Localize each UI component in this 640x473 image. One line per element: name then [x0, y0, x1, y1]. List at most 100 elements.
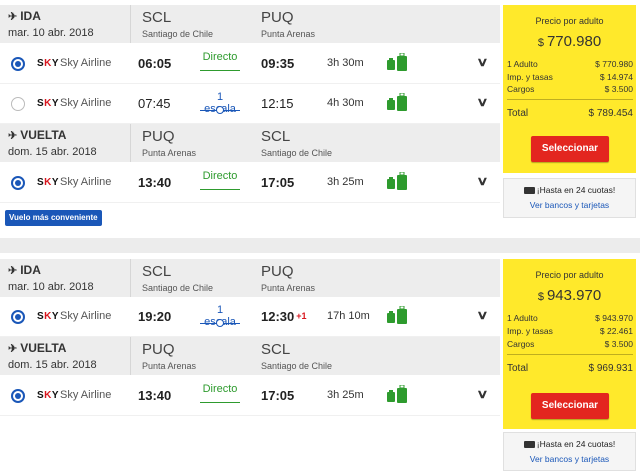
flight-radio-button[interactable] — [11, 97, 25, 111]
select-button[interactable]: Seleccionar — [531, 136, 609, 162]
chevron-down-icon[interactable]: ∨ — [476, 95, 488, 109]
origin-city: Santiago de Chile — [142, 29, 214, 39]
origin-city: Punta Arenas — [142, 148, 197, 158]
plane-icon: ✈ — [8, 343, 18, 355]
total-row: Total $ 969.931 — [507, 363, 633, 374]
departure-time: 06:05 — [138, 56, 172, 71]
price-panel: Precio por adulto $770.980 1 Adulto $ 770… — [503, 5, 636, 173]
origin-code: PUQ — [142, 128, 175, 145]
chevron-down-icon[interactable]: ∨ — [476, 55, 488, 69]
flight-option-row[interactable]: SKY Sky Airline 13:40 Directo 17:05 3h 2… — [0, 163, 500, 203]
chevron-down-icon[interactable]: ∨ — [476, 387, 488, 401]
breakdown-row: Imp. y tasas $ 14.974 — [507, 72, 633, 82]
destination-city: Punta Arenas — [261, 29, 316, 39]
flight-duration: 3h 30m — [327, 57, 364, 69]
flight-radio-button[interactable] — [11, 57, 25, 71]
best-flight-badge: Vuelo más conveniente — [5, 210, 102, 226]
price-label: Precio por adulto — [535, 16, 604, 26]
stops-indicator[interactable]: 1 escala — [200, 304, 240, 328]
luggage-icon — [387, 52, 407, 71]
airline-name: Sky Airline — [60, 176, 112, 188]
flight-duration: 4h 30m — [327, 97, 364, 109]
amount-value: 770.980 — [546, 33, 602, 50]
installments-box: ¡Hasta en 24 cuotas! Ver bancos y tarjet… — [503, 432, 636, 471]
direction-label: VUELTA — [20, 341, 67, 355]
baggage-icons — [386, 52, 410, 78]
flight-option-row[interactable]: SKY Sky Airline 07:45 1 escala 12:15 4h … — [0, 84, 500, 124]
luggage-icon — [387, 92, 407, 111]
breakdown-value: $ 22.461 — [599, 326, 633, 336]
sky-airline-logo: SKY — [37, 390, 60, 401]
segment-date: dom. 15 abr. 2018 — [8, 146, 97, 158]
origin-code: SCL — [142, 9, 172, 26]
breakdown-value: $ 3.500 — [604, 339, 633, 349]
origin-code: PUQ — [142, 341, 175, 358]
stops-label[interactable]: Directo — [203, 383, 238, 395]
breakdown-row: 1 Adulto $ 770.980 — [507, 59, 633, 69]
destination-city: Santiago de Chile — [261, 148, 333, 158]
stops-label[interactable]: Directo — [203, 51, 238, 63]
divider — [507, 354, 633, 355]
flight-option-row[interactable]: SKY Sky Airline 13:40 Directo 17:05 3h 2… — [0, 376, 500, 416]
departure-time: 13:40 — [138, 175, 172, 190]
amount-value: 943.970 — [546, 287, 602, 304]
segment-header-return: ✈ VUELTA dom. 15 abr. 2018 PUQ Punta Aren… — [0, 337, 500, 375]
breakdown-value: $ 3.500 — [604, 84, 633, 94]
airline-name: Sky Airline — [60, 57, 112, 69]
flight-result-card: ✈ IDA mar. 10 abr. 2018 SCL Santiago de C… — [0, 0, 640, 238]
flight-radio-button[interactable] — [11, 389, 25, 403]
sky-airline-logo: SKY — [37, 58, 60, 69]
chevron-down-icon[interactable]: ∨ — [476, 308, 488, 322]
segment-header-outbound: ✈ IDA mar. 10 abr. 2018 SCL Santiago de C… — [0, 5, 500, 43]
installments-text: ¡Hasta en 24 cuotas! — [504, 185, 635, 195]
stops-indicator[interactable]: 1 escala — [200, 91, 240, 115]
direction-label: IDA — [20, 263, 41, 277]
direction-label: VUELTA — [20, 128, 67, 142]
banks-cards-link[interactable]: Ver bancos y tarjetas — [504, 200, 635, 210]
stops-indicator[interactable]: Directo — [200, 51, 240, 71]
destination-code: SCL — [261, 128, 291, 145]
flight-option-row[interactable]: SKY Sky Airline 06:05 Directo 09:35 3h 3… — [0, 44, 500, 84]
banks-cards-link[interactable]: Ver bancos y tarjetas — [504, 454, 635, 464]
flight-radio-button[interactable] — [11, 310, 25, 324]
luggage-icon — [387, 171, 407, 190]
plane-icon: ✈ — [8, 130, 18, 142]
flight-option-row[interactable]: SKY Sky Airline 19:20 1 escala 12:30+1 1… — [0, 297, 500, 337]
flight-duration: 17h 10m — [327, 310, 370, 322]
breakdown-row: Imp. y tasas $ 22.461 — [507, 326, 633, 336]
divider — [507, 99, 633, 100]
arrival-time-value: 12:30 — [261, 309, 295, 324]
breakdown-row: Cargos $ 3.500 — [507, 339, 633, 349]
segment-date: mar. 10 abr. 2018 — [8, 27, 94, 39]
destination-city: Santiago de Chile — [261, 361, 333, 371]
baggage-icons — [386, 171, 410, 197]
plane-icon: ✈ — [8, 11, 18, 23]
total-label: Total — [507, 108, 529, 119]
stops-label[interactable]: Directo — [203, 170, 238, 182]
total-row: Total $ 789.454 — [507, 108, 633, 119]
price-label: Precio por adulto — [535, 270, 604, 280]
origin-city: Santiago de Chile — [142, 283, 214, 293]
destination-code: SCL — [261, 341, 291, 358]
select-button[interactable]: Seleccionar — [531, 393, 609, 419]
sky-airline-logo: SKY — [37, 311, 60, 322]
departure-time: 19:20 — [138, 309, 172, 324]
destination-code: PUQ — [261, 9, 294, 26]
plane-icon: ✈ — [8, 265, 18, 277]
baggage-icons — [386, 92, 410, 118]
airline-name: Sky Airline — [60, 97, 112, 109]
segment-direction: ✈ VUELTA — [8, 341, 66, 355]
price-amount: $943.970 — [503, 287, 636, 304]
stops-indicator[interactable]: Directo — [200, 383, 240, 403]
breakdown-value: $ 14.974 — [599, 72, 633, 82]
luggage-icon — [387, 305, 407, 324]
segment-date: dom. 15 abr. 2018 — [8, 359, 97, 371]
departure-time: 07:45 — [138, 96, 171, 111]
price-amount: $770.980 — [503, 33, 636, 50]
stops-indicator[interactable]: Directo — [200, 170, 240, 190]
flight-radio-button[interactable] — [11, 176, 25, 190]
arrival-time: 12:30 +1 — [261, 309, 307, 324]
chevron-down-icon[interactable]: ∨ — [476, 174, 488, 188]
flight-result-card: ✈ IDA mar. 10 abr. 2018 SCL Santiago de C… — [0, 253, 640, 473]
origin-code: SCL — [142, 263, 172, 280]
